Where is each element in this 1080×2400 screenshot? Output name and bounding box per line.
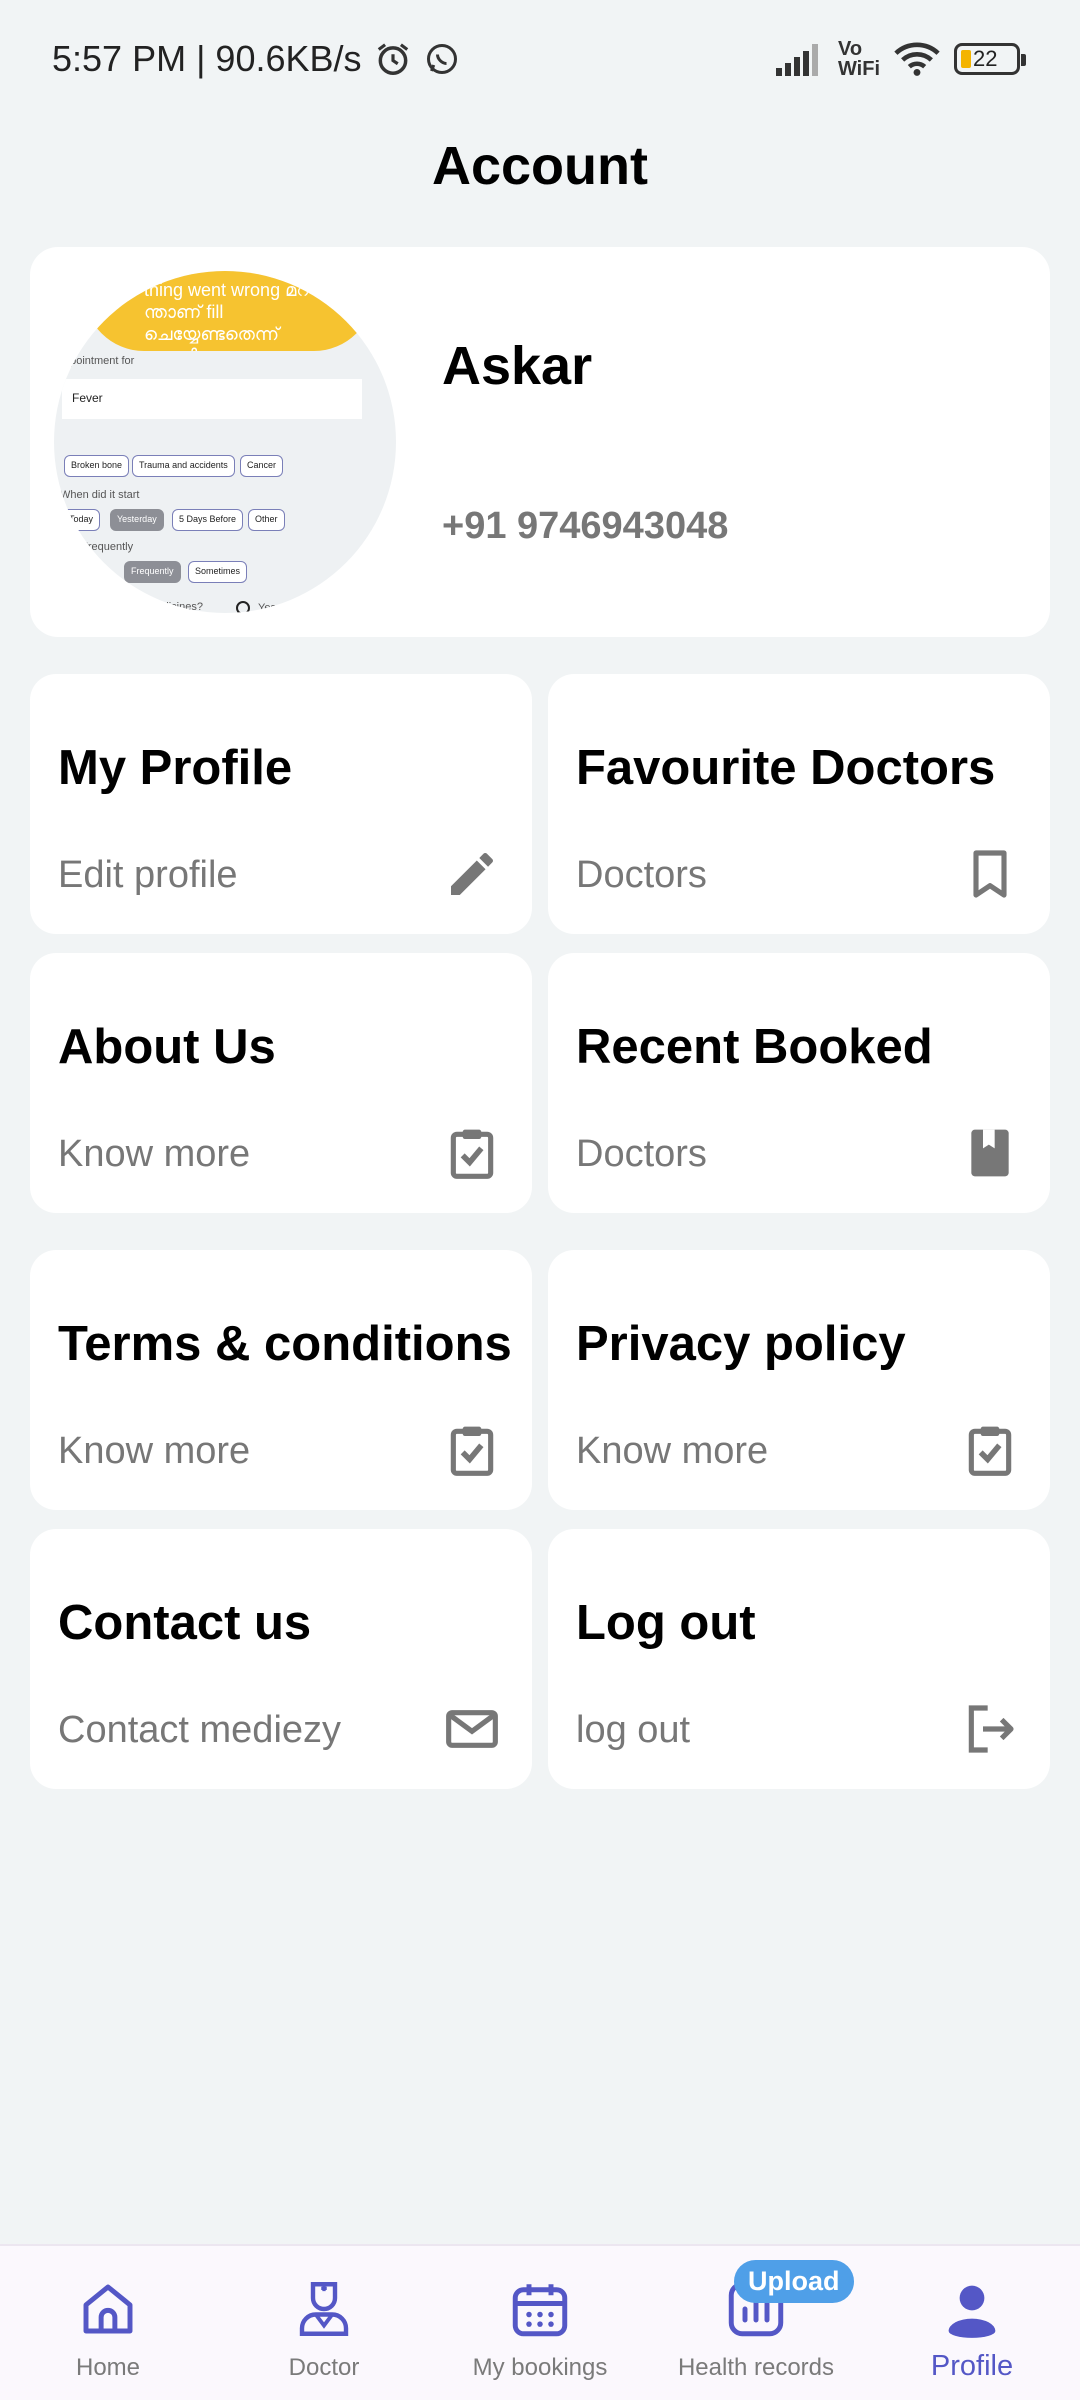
upload-badge[interactable]: Upload xyxy=(734,2260,854,2303)
card-subtitle: Doctors xyxy=(576,854,707,896)
card-title: My Profile xyxy=(58,741,293,795)
avatar-chip-selected: Yesterday xyxy=(110,509,164,531)
avatar-chip: inues xyxy=(68,561,104,583)
pencil-icon xyxy=(451,852,494,895)
avatar-when-label: When did it start xyxy=(60,489,140,501)
logout-icon xyxy=(968,1705,1014,1753)
card-title: Privacy policy xyxy=(576,1317,906,1371)
alarm-icon xyxy=(374,40,412,78)
avatar-section-label: ppointment for xyxy=(64,355,135,367)
page-title: Account xyxy=(432,136,648,196)
user-phone: +91 9746943048 xyxy=(442,505,729,547)
avatar-field: Fever xyxy=(62,379,362,419)
status-time: 5:57 PM | 90.6KB/s xyxy=(52,38,362,79)
about-us-card[interactable]: About Us Know more xyxy=(30,953,532,1213)
vowifi-bottom: WiFi xyxy=(837,58,880,80)
avatar-freq-label: ow Frequently xyxy=(64,541,134,553)
card-subtitle: Know more xyxy=(58,1430,251,1472)
status-right: Vo WiFi 22 xyxy=(774,39,1026,79)
home-icon xyxy=(83,2284,133,2334)
clipboard-check-icon xyxy=(968,1426,1012,1476)
bookmark-icon xyxy=(973,850,1007,898)
card-title: Recent Booked xyxy=(576,1020,933,1074)
avatar-banner: thing went wrong മറ ന്താണ് fill ചെയ്യേണ്… xyxy=(84,271,374,351)
battery-level: 22 xyxy=(973,46,998,71)
nav-item-profile[interactable]: Profile xyxy=(864,2246,1080,2400)
card-subtitle: Edit profile xyxy=(58,854,238,896)
book-icon xyxy=(971,1129,1009,1177)
nav-label: My bookings xyxy=(472,2354,608,2381)
status-left: 5:57 PM | 90.6KB/s xyxy=(52,38,460,80)
avatar-medicine-label: regular medicines? xyxy=(110,601,203,613)
nav-item-health-records[interactable]: Health records Upload xyxy=(648,2246,864,2400)
whatsapp-icon xyxy=(424,41,460,77)
card-subtitle: Doctors xyxy=(576,1133,707,1175)
card-title: Favourite Doctors xyxy=(576,741,996,795)
signal-icon xyxy=(774,42,824,76)
contact-us-card[interactable]: Contact us Contact mediezy xyxy=(30,1529,532,1789)
card-subtitle: log out xyxy=(576,1709,691,1751)
avatar-radio xyxy=(236,601,250,613)
nav-label: Doctor xyxy=(288,2354,360,2381)
clipboard-check-icon xyxy=(450,1129,494,1179)
avatar-chip: Broken bone xyxy=(64,455,130,477)
avatar-chip: Cancer xyxy=(240,455,284,477)
nav-label: Home xyxy=(75,2354,141,2381)
nav-label: Health records xyxy=(677,2354,835,2381)
avatar-chip: Today xyxy=(62,509,101,531)
recent-booked-card[interactable]: Recent Booked Doctors xyxy=(548,953,1050,1213)
privacy-policy-card[interactable]: Privacy policy Know more xyxy=(548,1250,1050,1510)
avatar-chip: Sometimes xyxy=(188,561,248,583)
avatar-chip-selected: Frequently xyxy=(124,561,181,583)
avatar-radio-selected xyxy=(294,601,308,613)
card-subtitle: Contact mediezy xyxy=(58,1709,342,1751)
avatar-chip: Other xyxy=(248,509,285,531)
bottom-nav: Home Doctor My bookings Health records U… xyxy=(0,2244,1080,2400)
card-title: About Us xyxy=(58,1020,276,1074)
card-title: Log out xyxy=(576,1596,756,1650)
clipboard-check-icon xyxy=(450,1426,494,1476)
avatar-chip: 5 Days Before xyxy=(172,509,244,531)
doctor-icon xyxy=(299,2282,349,2336)
nav-item-doctor[interactable]: Doctor xyxy=(216,2246,432,2400)
log-out-card[interactable]: Log out log out xyxy=(548,1529,1050,1789)
card-subtitle: Know more xyxy=(58,1133,251,1175)
card-title: Contact us xyxy=(58,1596,312,1650)
battery-icon: 22 xyxy=(954,43,1026,75)
mail-icon xyxy=(446,1710,498,1748)
terms-card[interactable]: Terms & conditions Know more xyxy=(30,1250,532,1510)
vowifi-indicator: Vo WiFi xyxy=(838,39,880,79)
favourite-doctors-card[interactable]: Favourite Doctors Doctors xyxy=(548,674,1050,934)
nav-item-home[interactable]: Home xyxy=(0,2246,216,2400)
status-bar: 5:57 PM | 90.6KB/s Vo WiFi 22 xyxy=(0,0,1080,118)
nav-item-my-bookings[interactable]: My bookings xyxy=(432,2246,648,2400)
avatar-yes-label: Yes xyxy=(258,602,276,613)
calendar-icon xyxy=(512,2284,568,2337)
wifi-icon xyxy=(894,41,940,77)
vowifi-top: Vo xyxy=(837,38,863,60)
person-icon xyxy=(948,2285,996,2338)
user-name: Askar xyxy=(442,336,593,396)
card-subtitle: Know more xyxy=(576,1430,769,1472)
card-title: Terms & conditions xyxy=(58,1317,512,1371)
my-profile-card[interactable]: My Profile Edit profile xyxy=(30,674,532,934)
profile-card[interactable]: thing went wrong മറ ന്താണ് fill ചെയ്യേണ്… xyxy=(30,247,1050,637)
avatar: thing went wrong മറ ന്താണ് fill ചെയ്യേണ്… xyxy=(54,271,396,613)
nav-label: Profile xyxy=(930,2350,1014,2382)
avatar-chip: Trauma and accidents xyxy=(132,455,235,477)
